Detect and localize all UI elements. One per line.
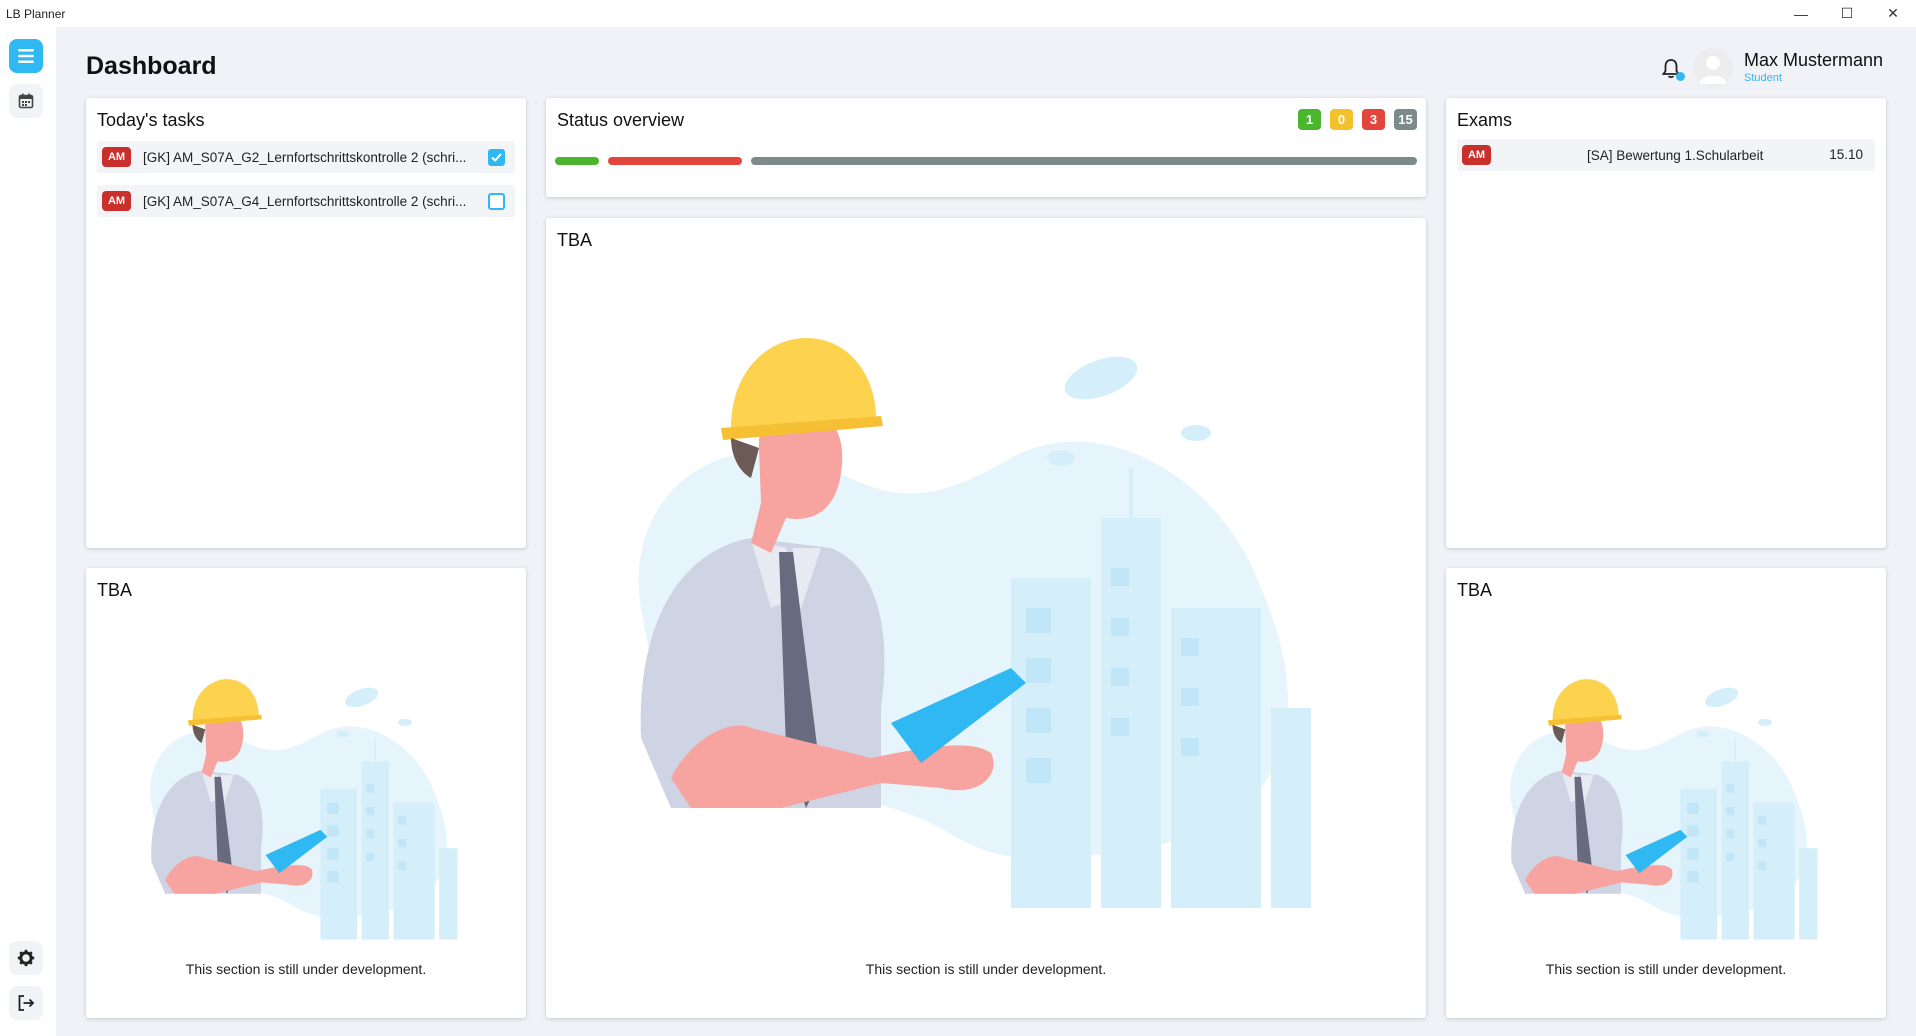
course-tag: AM: [102, 191, 131, 211]
calendar-button[interactable]: [9, 84, 43, 118]
done-count-badge: 1: [1298, 109, 1321, 130]
tba-title: TBA: [97, 580, 133, 600]
pending-count-badge: 0: [1330, 109, 1353, 130]
exam-item[interactable]: AM [SA] Bewertung 1.Schularbeit 15.10: [1457, 139, 1875, 171]
window-controls: — ☐ ✕: [1778, 0, 1916, 27]
menu-icon: [18, 49, 34, 63]
todays-tasks-title: Today's tasks: [97, 110, 205, 130]
task-checkbox[interactable]: [488, 193, 505, 210]
open-progress-segment: [750, 157, 1417, 165]
calendar-icon: [18, 93, 34, 109]
course-tag: AM: [102, 147, 131, 167]
exams-card: Exams AM [SA] Bewertung 1.Schularbeit 15…: [1446, 98, 1886, 548]
task-item[interactable]: AM [GK] AM_S07A_G4_Lernfortschrittskontr…: [97, 185, 515, 217]
status-badges: 1 0 3 15: [1298, 109, 1417, 130]
settings-button[interactable]: [9, 941, 43, 975]
done-progress-segment: [555, 157, 600, 165]
exams-title: Exams: [1457, 110, 1513, 130]
course-tag: AM: [1462, 145, 1491, 165]
tba-title: TBA: [557, 230, 593, 250]
todays-tasks-card: Today's tasks AM [GK] AM_S07A_G2_Lernfor…: [86, 98, 526, 548]
status-overview-card: Status overview 1 0 3 15: [546, 98, 1426, 197]
tba-card-left: TBA This section is still under developm…: [86, 568, 526, 1018]
tba-card-center: TBA This section is still under developm…: [546, 218, 1426, 1018]
task-title: [GK] AM_S07A_G2_Lernfortschrittskontroll…: [143, 149, 467, 165]
task-title: [GK] AM_S07A_G4_Lernfortschrittskontroll…: [143, 193, 467, 209]
under-construction-illustration: [1484, 663, 1854, 983]
avatar[interactable]: [1693, 48, 1733, 88]
user-name: Max Mustermann: [1744, 50, 1884, 70]
under-construction-illustration: [581, 308, 1391, 998]
minimize-button[interactable]: —: [1778, 0, 1824, 27]
status-overview-title: Status overview: [557, 110, 685, 130]
checkmark-icon: [491, 153, 502, 162]
logout-icon: [18, 995, 35, 1011]
task-checkbox[interactable]: [488, 149, 505, 166]
tba-title: TBA: [1457, 580, 1493, 600]
sidebar: [0, 27, 56, 1036]
logout-button[interactable]: [9, 986, 43, 1020]
open-count-badge: 15: [1394, 109, 1417, 130]
title-bar: LB Planner — ☐ ✕: [0, 0, 1916, 27]
user-role: Student: [1744, 72, 1782, 84]
under-development-text: This section is still under development.: [1545, 961, 1787, 977]
under-development-text: This section is still under development.: [185, 961, 427, 977]
notification-dot: [1676, 72, 1685, 81]
exam-title: [SA] Bewertung 1.Schularbeit: [1587, 148, 1764, 163]
maximize-button[interactable]: ☐: [1824, 0, 1870, 27]
gear-icon: [17, 949, 35, 967]
late-progress-segment: [608, 157, 742, 165]
app-title: LB Planner: [6, 6, 66, 21]
exam-date: 15.10: [1829, 147, 1863, 162]
task-item[interactable]: AM [GK] AM_S07A_G2_Lernfortschrittskontr…: [97, 141, 515, 173]
under-construction-illustration: [124, 663, 494, 983]
close-button[interactable]: ✕: [1870, 0, 1916, 27]
menu-button[interactable]: [9, 39, 43, 73]
user-icon: [1699, 56, 1727, 84]
tba-card-right: TBA This section is still under developm…: [1446, 568, 1886, 1018]
late-count-badge: 3: [1362, 109, 1385, 130]
page-title: Dashboard: [86, 52, 217, 80]
under-development-text: This section is still under development.: [865, 961, 1107, 977]
